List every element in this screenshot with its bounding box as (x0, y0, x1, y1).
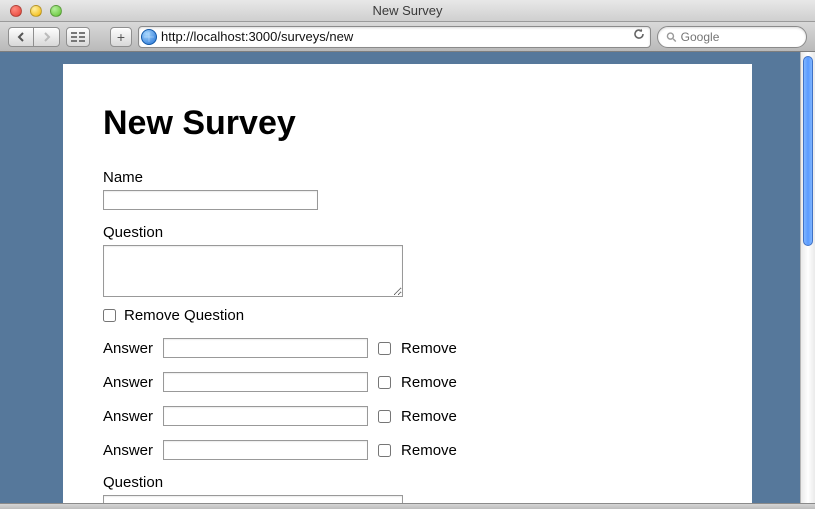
remove-question-label: Remove Question (124, 307, 244, 324)
remove-answer-label: Remove (401, 340, 457, 357)
window-title: New Survey (0, 3, 815, 18)
answer-row: Answer Remove (103, 372, 712, 392)
reader-button[interactable] (66, 27, 90, 47)
chevron-right-icon (42, 32, 52, 42)
remove-answer-label: Remove (401, 442, 457, 459)
remove-answer-label: Remove (401, 374, 457, 391)
name-input[interactable] (103, 190, 318, 210)
answer-label: Answer (103, 408, 153, 425)
remove-question-checkbox[interactable] (103, 309, 116, 322)
question-textarea[interactable] (103, 495, 403, 503)
reader-icon (71, 31, 85, 43)
question-label: Question (103, 224, 712, 241)
globe-icon (141, 29, 157, 45)
answer-row: Answer Remove (103, 338, 712, 358)
traffic-lights (0, 5, 62, 17)
answer-input[interactable] (163, 338, 368, 358)
remove-answer-checkbox[interactable] (378, 410, 391, 423)
answer-row: Answer Remove (103, 440, 712, 460)
browser-toolbar: + (0, 22, 815, 52)
answer-input[interactable] (163, 440, 368, 460)
plus-icon: + (117, 30, 125, 44)
scroll-thumb[interactable] (803, 56, 813, 246)
answer-label: Answer (103, 442, 153, 459)
back-button[interactable] (8, 27, 34, 47)
window-statusbar (0, 503, 815, 509)
search-box[interactable] (657, 26, 807, 48)
search-input[interactable] (681, 30, 798, 44)
remove-answer-checkbox[interactable] (378, 376, 391, 389)
minimize-window-button[interactable] (30, 5, 42, 17)
add-bookmark-button[interactable]: + (110, 27, 132, 47)
page-heading: New Survey (103, 104, 712, 143)
forward-button[interactable] (34, 27, 60, 47)
question-textarea[interactable] (103, 245, 403, 297)
answer-row: Answer Remove (103, 406, 712, 426)
remove-answer-checkbox[interactable] (378, 342, 391, 355)
answer-input[interactable] (163, 406, 368, 426)
browser-viewport: New Survey Name Question Remove Question… (0, 52, 815, 503)
zoom-window-button[interactable] (50, 5, 62, 17)
answer-label: Answer (103, 374, 153, 391)
vertical-scrollbar[interactable] (800, 52, 815, 503)
search-icon (666, 31, 677, 43)
answer-input[interactable] (163, 372, 368, 392)
chevron-left-icon (16, 32, 26, 42)
reload-button[interactable] (632, 27, 646, 46)
window-titlebar: New Survey (0, 0, 815, 22)
answer-label: Answer (103, 340, 153, 357)
name-label: Name (103, 169, 712, 186)
remove-answer-label: Remove (401, 408, 457, 425)
reload-icon (632, 27, 646, 41)
close-window-button[interactable] (10, 5, 22, 17)
remove-answer-checkbox[interactable] (378, 444, 391, 457)
question-label: Question (103, 474, 712, 491)
page-content: New Survey Name Question Remove Question… (63, 64, 752, 503)
url-input[interactable] (157, 29, 632, 44)
address-bar[interactable] (138, 26, 651, 48)
